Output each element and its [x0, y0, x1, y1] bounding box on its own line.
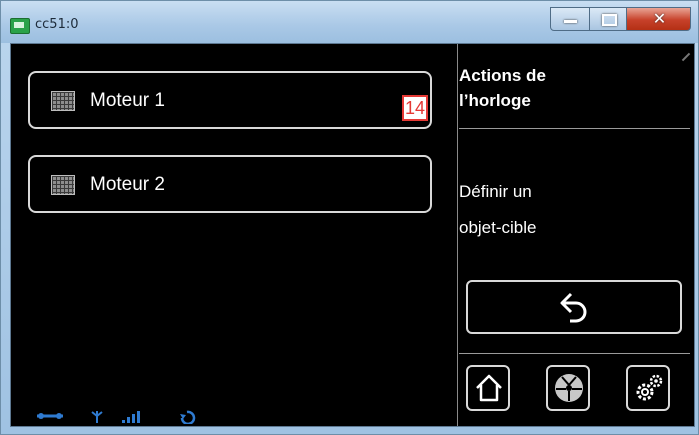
status-bar	[37, 408, 207, 426]
app-window: cc51:0 ✕ Moteur 1 Moteur 2 14 Actions de…	[0, 0, 699, 435]
gears-icon	[636, 374, 663, 401]
minimize-icon	[564, 20, 577, 23]
status-icons	[37, 410, 196, 426]
back-button[interactable]	[466, 280, 682, 334]
settings-button[interactable]	[626, 365, 670, 411]
grid-icon	[51, 175, 75, 195]
panel-text-line-1: Définir un	[459, 182, 532, 201]
app-icon	[10, 18, 30, 34]
device-screen: Moteur 1 Moteur 2 14 Actions de l’horlog…	[10, 43, 695, 427]
bottom-separator	[459, 353, 690, 354]
fan-icon	[555, 374, 583, 402]
panel-title-line-1: Actions de	[459, 66, 546, 85]
home-button[interactable]	[466, 365, 510, 411]
close-icon: ✕	[652, 9, 667, 28]
window-title: cc51:0	[35, 17, 79, 32]
callout-badge: 14	[402, 95, 428, 121]
back-arrow-icon	[560, 292, 587, 323]
motor-1-button[interactable]: Moteur 1	[28, 71, 432, 129]
panel-title: Actions de l’horloge	[459, 63, 689, 113]
maximize-icon	[602, 14, 617, 26]
panel-separator	[459, 128, 690, 129]
panel-instruction: Définir un objet-cible	[459, 174, 689, 246]
motor-2-button[interactable]: Moteur 2	[28, 155, 432, 213]
title-bar[interactable]: cc51:0 ✕	[1, 1, 698, 43]
maximize-button[interactable]	[589, 7, 627, 31]
panel-divider	[457, 44, 458, 426]
panel-text-line-2: objet-cible	[459, 218, 537, 237]
motor-1-label: Moteur 1	[90, 90, 165, 111]
panel-title-line-2: l’horloge	[459, 91, 531, 110]
grid-icon	[51, 91, 75, 111]
minimize-button[interactable]	[550, 7, 590, 31]
antenna-icon	[91, 411, 103, 423]
resize-grip[interactable]	[681, 52, 691, 62]
close-button[interactable]: ✕	[626, 7, 691, 31]
sync-icon	[180, 410, 196, 426]
signal-bars-icon	[122, 411, 140, 423]
motor-2-label: Moteur 2	[90, 174, 165, 195]
link-icon	[37, 413, 63, 419]
home-icon	[476, 374, 502, 402]
fan-button[interactable]	[546, 365, 590, 411]
